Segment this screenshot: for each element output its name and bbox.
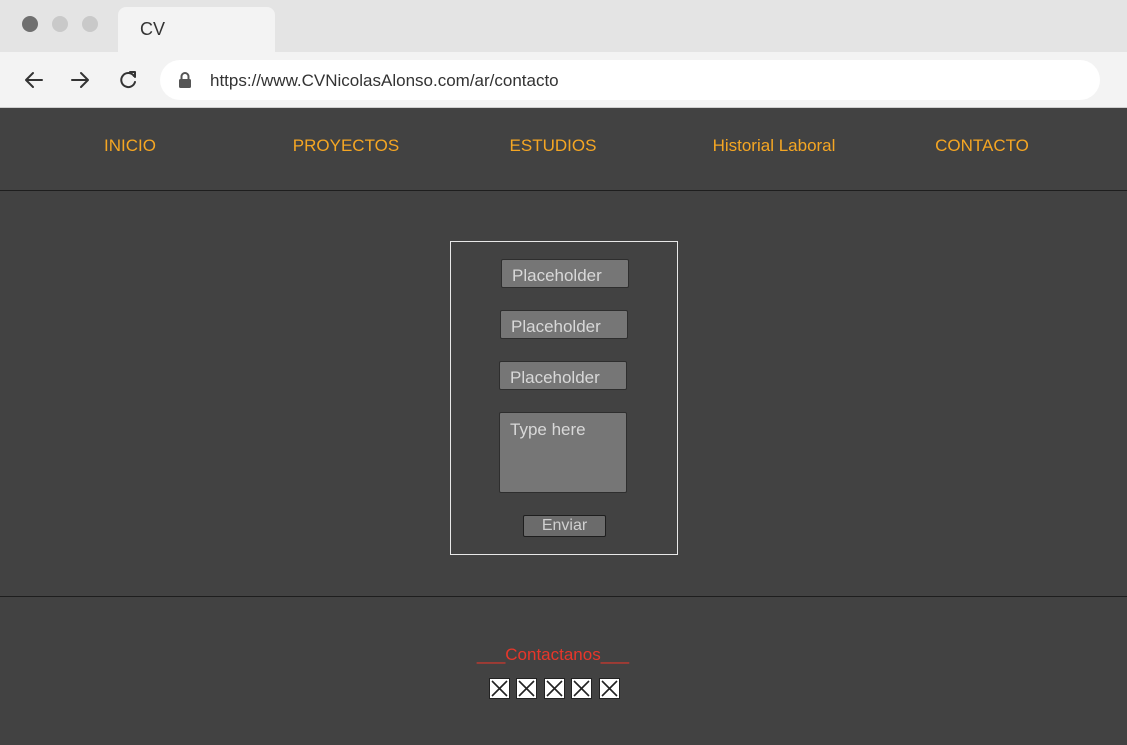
browser-tab-title: CV <box>140 19 166 39</box>
nav-item-estudios[interactable]: ESTUDIOS <box>510 136 597 156</box>
broken-image-icon[interactable] <box>544 678 565 699</box>
contact-form: Enviar <box>450 241 678 555</box>
broken-image-icon[interactable] <box>571 678 592 699</box>
message-textarea[interactable] <box>499 412 627 493</box>
contact-field-2[interactable] <box>500 310 628 339</box>
contact-field-3[interactable] <box>499 361 627 390</box>
arrow-right-icon[interactable] <box>67 67 93 93</box>
site-nav: INICIO PROYECTOS ESTUDIOS Historial Labo… <box>0 108 1127 191</box>
broken-image-icon[interactable] <box>516 678 537 699</box>
contact-field-1[interactable] <box>501 259 629 288</box>
window-close-dot[interactable] <box>22 16 38 32</box>
url-text: https://www.CVNicolasAlonso.com/ar/conta… <box>210 71 559 90</box>
reload-icon[interactable] <box>115 67 141 93</box>
nav-item-inicio[interactable]: INICIO <box>104 136 156 156</box>
broken-image-icon[interactable] <box>599 678 620 699</box>
browser-tab[interactable]: CV <box>118 7 275 52</box>
nav-item-historial-laboral[interactable]: Historial Laboral <box>713 136 836 156</box>
footer-contact-title: ___Contactanos___ <box>476 645 630 664</box>
nav-item-proyectos[interactable]: PROYECTOS <box>293 136 399 156</box>
arrow-left-icon[interactable] <box>21 67 47 93</box>
main-content: Enviar <box>0 192 1127 597</box>
nav-item-contacto[interactable]: CONTACTO <box>935 136 1029 156</box>
send-button[interactable]: Enviar <box>523 515 606 537</box>
broken-image-icon[interactable] <box>489 678 510 699</box>
browser-toolbar: https://www.CVNicolasAlonso.com/ar/conta… <box>0 52 1127 108</box>
window-minimize-dot[interactable] <box>52 16 68 32</box>
window-maximize-dot[interactable] <box>82 16 98 32</box>
footer: ___Contactanos___ <box>0 598 1127 745</box>
lock-icon <box>178 72 192 88</box>
address-bar[interactable]: https://www.CVNicolasAlonso.com/ar/conta… <box>160 60 1100 100</box>
browser-tab-strip: CV <box>0 0 1127 52</box>
